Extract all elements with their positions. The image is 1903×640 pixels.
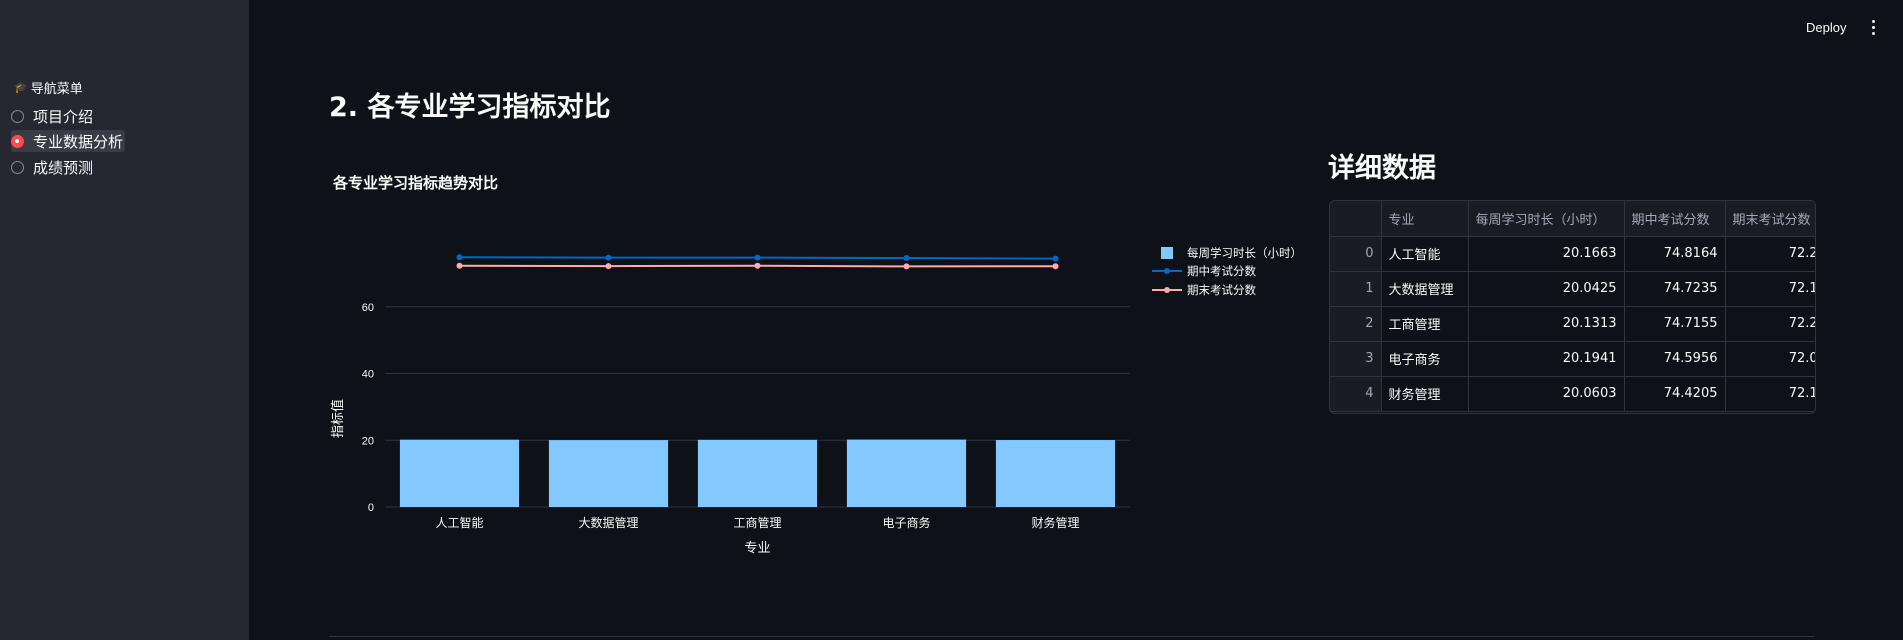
table-cell[interactable]: 大数据管理 xyxy=(1381,271,1469,307)
bar xyxy=(846,439,967,507)
page-title: 2. 各专业学习指标对比 xyxy=(329,92,611,123)
nav-menu-title-text: 导航菜单 xyxy=(30,82,83,97)
table-cell[interactable]: 74.7235 xyxy=(1624,271,1726,307)
row-index: 3 xyxy=(1330,341,1382,377)
bar xyxy=(995,440,1116,507)
table-cell[interactable]: 人工智能 xyxy=(1381,236,1469,272)
row-index: 1 xyxy=(1330,271,1382,307)
more-menu-icon[interactable] xyxy=(1867,17,1879,37)
nav-radio-major-analysis[interactable]: 专业数据分析 xyxy=(11,130,126,152)
line-point xyxy=(754,254,761,261)
x-tick-label: 人工智能 xyxy=(435,515,483,530)
table-header-cell[interactable]: 专业 xyxy=(1381,201,1469,237)
y-tick-label: 20 xyxy=(362,435,374,447)
table-cell[interactable]: 72.1519 xyxy=(1725,376,1815,412)
legend-label: 每周学习时长（小时） xyxy=(1187,246,1302,260)
table-cell[interactable]: 72.2805 xyxy=(1725,306,1815,342)
nav-radio-label: 专业数据分析 xyxy=(33,132,124,151)
table-row: 2 工商管理 20.1313 74.7155 72.2805 xyxy=(1330,306,1815,342)
table-row: 3 电子商务 20.1941 74.5956 72.0917 xyxy=(1330,341,1815,377)
legend-swatch-bar xyxy=(1161,247,1173,259)
line-point xyxy=(456,262,463,269)
chart-canvas: 0 20 40 60 人工智能 大数据管理 工商管理 电子商务 财务管理专业 指标值 每周学习时长（… xyxy=(330,246,1302,555)
table-row: 0 人工智能 20.1663 74.8164 72.2846 xyxy=(1330,236,1815,272)
y-tick-label: 0 xyxy=(368,502,374,514)
nav-radio-label: 成绩预测 xyxy=(33,158,94,177)
table-cell[interactable]: 20.1941 xyxy=(1468,341,1625,377)
line-point xyxy=(754,262,761,269)
nav-radio-score-prediction[interactable]: 成绩预测 xyxy=(11,156,95,178)
table-cell[interactable]: 20.0603 xyxy=(1468,376,1625,412)
line-point xyxy=(903,263,910,270)
table-cell[interactable]: 20.0425 xyxy=(1468,271,1625,307)
nav-radio-label: 项目介绍 xyxy=(33,107,94,126)
nav-radio-project-intro[interactable]: 项目介绍 xyxy=(11,105,95,127)
graduation-cap-icon: 🎓 xyxy=(14,81,28,94)
y-tick-label: 60 xyxy=(362,302,374,314)
legend-label: 期末考试分数 xyxy=(1187,283,1256,297)
table-row: 4 财务管理 20.0603 74.4205 72.1519 xyxy=(1330,376,1815,412)
table-cell[interactable]: 72.0917 xyxy=(1725,341,1815,377)
divider xyxy=(329,636,1814,637)
details-table[interactable]: 专业 每周学习时长（小时） 期中考试分数 期末考试分数 0 人工智能 20.16… xyxy=(1329,200,1816,414)
table-cell[interactable]: 74.5956 xyxy=(1624,341,1726,377)
x-axis-title: 专业 xyxy=(744,540,770,555)
table-header-cell[interactable]: 期末考试分数 xyxy=(1725,201,1815,237)
row-index: 2 xyxy=(1330,306,1382,342)
line-point xyxy=(1052,255,1059,262)
radio-button-selected-icon[interactable] xyxy=(11,134,24,148)
x-tick-label: 电子商务 xyxy=(882,515,930,530)
legend-swatch-marker xyxy=(1164,287,1170,293)
row-index: 4 xyxy=(1330,376,1382,412)
table-header-cell[interactable]: 每周学习时长（小时） xyxy=(1468,201,1625,237)
table-cell[interactable]: 财务管理 xyxy=(1381,376,1469,412)
row-index: 0 xyxy=(1330,236,1382,272)
chart-title: 各专业学习指标趋势对比 xyxy=(333,174,499,192)
table-cell[interactable]: 工商管理 xyxy=(1381,306,1469,342)
line-point xyxy=(605,254,612,261)
y-axis-title: 指标值 xyxy=(330,399,345,438)
deploy-button[interactable]: Deploy xyxy=(1806,20,1846,35)
y-tick-label: 40 xyxy=(362,369,374,381)
bar xyxy=(548,440,669,507)
table-cell[interactable]: 74.8164 xyxy=(1624,236,1726,272)
table-header-cell[interactable] xyxy=(1330,201,1382,237)
legend-label: 期中考试分数 xyxy=(1187,264,1256,278)
table-cell[interactable]: 电子商务 xyxy=(1381,341,1469,377)
x-tick-label: 大数据管理 xyxy=(578,515,638,530)
line-point xyxy=(456,254,463,261)
table-cell[interactable]: 74.4205 xyxy=(1624,376,1726,412)
table-cell[interactable]: 72.1741 xyxy=(1725,271,1815,307)
nav-menu-title: 🎓 导航菜单 xyxy=(14,78,83,97)
table-cell[interactable]: 20.1313 xyxy=(1468,306,1625,342)
table-header-row: 专业 每周学习时长（小时） 期中考试分数 期末考试分数 xyxy=(1330,201,1815,237)
sidebar: 🎓 导航菜单 项目介绍 专业数据分析 成绩预测 xyxy=(0,0,249,640)
table-row: 1 大数据管理 20.0425 74.7235 72.1741 xyxy=(1330,271,1815,307)
table-cell[interactable]: 74.7155 xyxy=(1624,306,1726,342)
table-cell[interactable]: 20.1663 xyxy=(1468,236,1625,272)
line-point xyxy=(903,255,910,262)
line-point xyxy=(605,263,612,270)
x-tick-label: 财务管理 xyxy=(1031,515,1079,530)
legend-swatch-marker xyxy=(1164,268,1170,274)
radio-button-icon[interactable] xyxy=(11,160,24,174)
table-header-cell[interactable]: 期中考试分数 xyxy=(1624,201,1726,237)
x-tick-label: 工商管理 xyxy=(733,515,781,530)
bar xyxy=(697,439,818,507)
bar xyxy=(399,439,520,507)
radio-button-icon[interactable] xyxy=(11,109,24,123)
line-point xyxy=(1052,263,1059,270)
details-title: 详细数据 xyxy=(1328,153,1436,184)
table-cell[interactable]: 72.2846 xyxy=(1725,236,1815,272)
